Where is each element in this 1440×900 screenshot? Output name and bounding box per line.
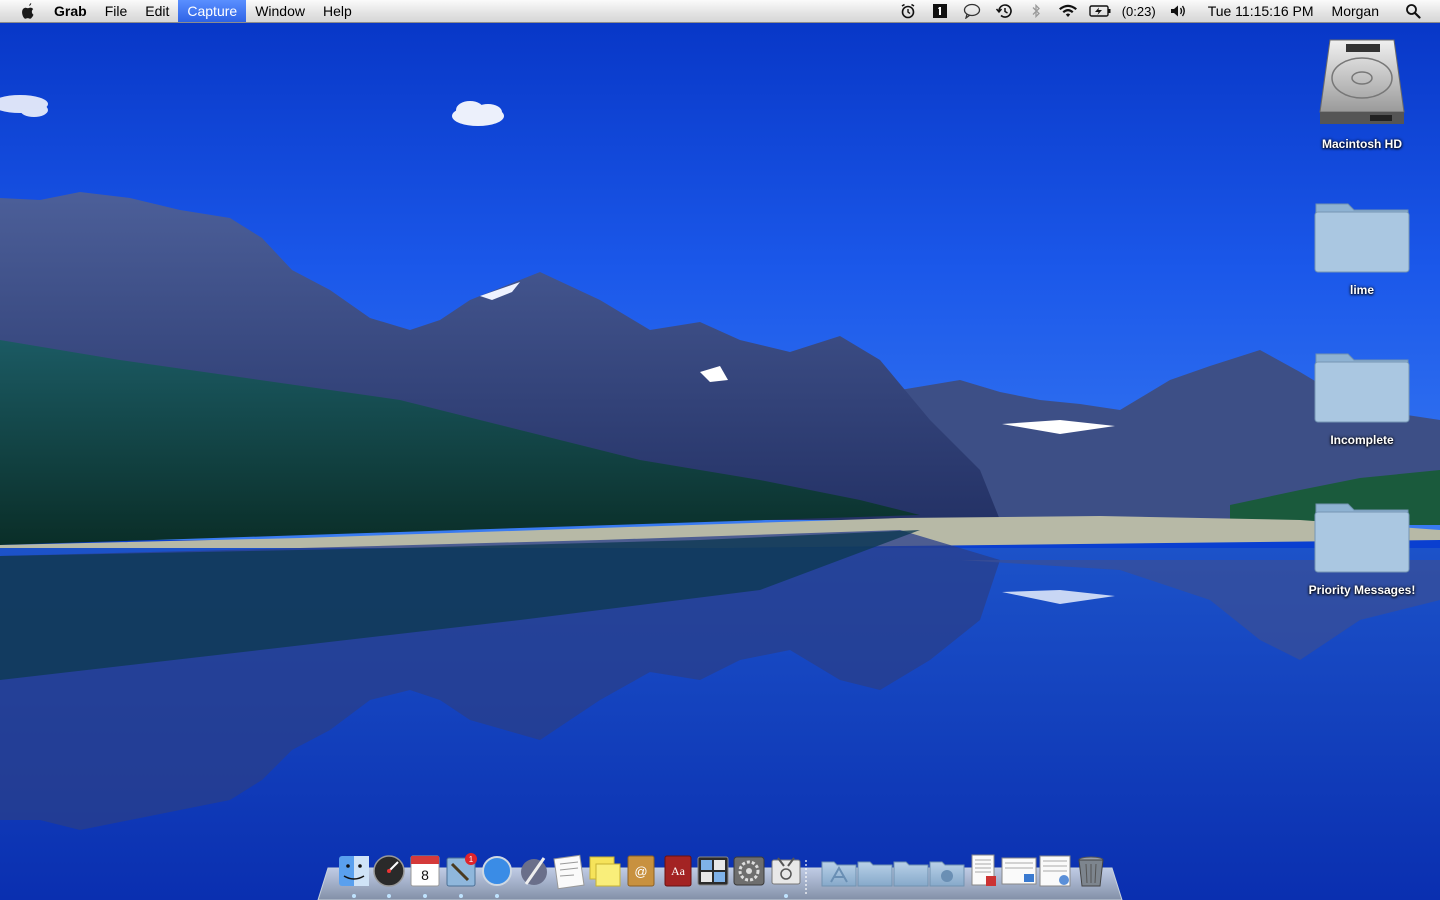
desktop-wallpaper: [0, 0, 1440, 900]
mail-icon[interactable]: 1: [446, 853, 477, 887]
textedit-icon[interactable]: [553, 854, 585, 890]
spotlight-search-icon[interactable]: [1402, 0, 1424, 22]
battery-icon[interactable]: [1089, 0, 1111, 22]
menu-bar: Grab File Edit Capture Window Help (0:23…: [0, 0, 1440, 23]
desktop-item-lime[interactable]: lime: [1297, 196, 1427, 299]
calendar-icon[interactable]: 8: [410, 855, 440, 887]
spaces-icon[interactable]: [697, 856, 729, 886]
folder-icon: [1314, 203, 1410, 273]
hard-drive-icon: [1319, 39, 1405, 124]
menu-clock[interactable]: Tue 11:15:16 PM: [1208, 3, 1314, 19]
grab-icon[interactable]: [771, 857, 801, 885]
address-book-icon[interactable]: @: [627, 855, 655, 887]
menu-help[interactable]: Help: [314, 0, 361, 22]
bluetooth-icon[interactable]: [1025, 0, 1047, 22]
downloads-folder-icon[interactable]: [893, 861, 929, 887]
desktop-item-label: lime: [1349, 283, 1374, 297]
document-stack-icon[interactable]: [1001, 857, 1037, 885]
folder-icon: [1314, 503, 1410, 573]
menu-app-name[interactable]: Grab: [52, 0, 96, 22]
menu-edit[interactable]: Edit: [136, 0, 178, 22]
desktop-item-incomplete[interactable]: Incomplete: [1297, 346, 1427, 449]
document-stack-icon[interactable]: [1039, 855, 1071, 887]
menu-capture[interactable]: Capture: [178, 0, 247, 22]
battery-time: (0:23): [1121, 3, 1156, 19]
system-preferences-icon[interactable]: [733, 856, 765, 886]
menu-file[interactable]: File: [96, 0, 137, 22]
documents-folder-icon[interactable]: [857, 861, 893, 887]
alarm-clock-icon[interactable]: [897, 0, 919, 22]
svg-text:@: @: [634, 864, 647, 879]
menu-window[interactable]: Window: [246, 0, 314, 22]
finder-icon[interactable]: [339, 856, 369, 886]
dictionary-glyph: Aa: [671, 864, 686, 878]
time-machine-icon[interactable]: [993, 0, 1015, 22]
fast-user-switch[interactable]: Morgan: [1332, 3, 1379, 19]
desktop-item-label: Macintosh HD: [1321, 137, 1402, 151]
calendar-date: 8: [421, 867, 429, 883]
desktop-item-macintosh-hd[interactable]: Macintosh HD: [1297, 34, 1427, 153]
safari-icon[interactable]: [482, 856, 512, 886]
desktop-item-label: Priority Messages!: [1308, 583, 1416, 597]
one-password-icon[interactable]: [929, 0, 951, 22]
document-stack-icon[interactable]: [971, 854, 996, 886]
desktop-item-label: Incomplete: [1330, 433, 1394, 447]
mail-badge: 1: [469, 855, 474, 864]
dashboard-icon[interactable]: [373, 855, 405, 887]
trash-icon[interactable]: [1078, 856, 1104, 887]
apple-menu-icon[interactable]: [18, 1, 38, 21]
chat-bubble-icon[interactable]: [961, 0, 983, 22]
wifi-icon[interactable]: [1057, 0, 1079, 22]
volume-icon[interactable]: [1167, 0, 1189, 22]
dictionary-icon[interactable]: Aa: [664, 855, 692, 887]
applications-folder-icon[interactable]: [821, 861, 857, 887]
folder-icon: [1314, 353, 1410, 423]
menu-status-area: (0:23) Tue 11:15:16 PM Morgan: [892, 0, 1440, 22]
shared-folder-icon[interactable]: [929, 861, 965, 887]
desktop-item-priority-messages[interactable]: Priority Messages!: [1297, 496, 1427, 599]
